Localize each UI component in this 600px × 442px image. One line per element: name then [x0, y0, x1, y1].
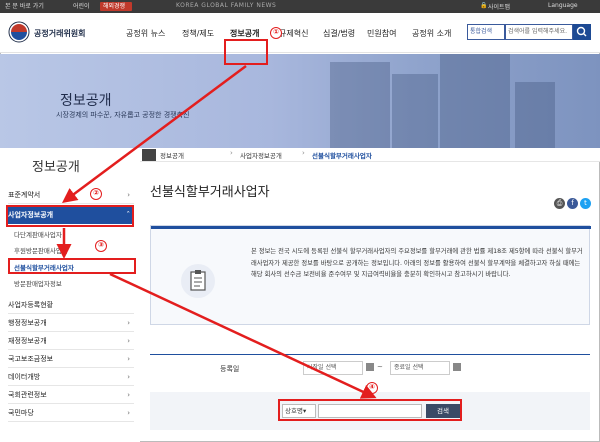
sidebar: 정보공개 표준계약서 › 사업자정보공개 ˆ 다단계판매사업자 후원방문판매사업자 … — [0, 148, 140, 442]
gnb-civil-participation[interactable]: 민원참여 — [367, 28, 396, 39]
annotation-number-1: ① — [270, 27, 282, 39]
overseas-competition-link[interactable]: 해외경쟁 — [100, 2, 132, 11]
kids-link[interactable]: 어린이 — [70, 2, 98, 11]
sitemap-link[interactable]: 사이트맵 — [488, 2, 510, 11]
annotation-box-3 — [8, 258, 136, 274]
sidebar-item-standard-contract[interactable]: 표준계약서 › — [8, 186, 134, 204]
breadcrumb: 정보공개 › 사업자정보공개 › 선불식할부거래사업자 — [140, 148, 600, 162]
global-news-text: KOREA GLOBAL FAMILY NEWS — [176, 2, 277, 9]
print-icon[interactable]: ⎙ — [554, 198, 565, 209]
sidebar-title: 정보공개 — [32, 160, 80, 175]
chevron-right-icon: › — [127, 191, 130, 199]
hero-subtitle: 시장경제의 파수꾼, 자유롭고 공정한 경쟁촉진 — [56, 111, 190, 119]
sidebar-item-open-data[interactable]: 데이터개방 › — [8, 368, 134, 386]
search-icon — [576, 26, 587, 37]
annotation-box-4 — [278, 399, 462, 421]
sidebar-item-assembly-info[interactable]: 국회관련정보 › — [8, 386, 134, 404]
chevron-right-icon: › — [127, 391, 130, 399]
chevron-right-icon: › — [230, 149, 233, 157]
sidebar-sub-door-to-door[interactable]: 방문판매업자정보 — [14, 278, 62, 288]
chevron-right-icon: › — [127, 409, 130, 417]
start-date-input[interactable]: 시작일 선택 — [303, 361, 363, 375]
end-date-input[interactable]: 종료일 선택 — [390, 361, 450, 375]
sidebar-item-subsidy-info[interactable]: 국고보조금정보 › — [8, 350, 134, 368]
annotation-box-1 — [224, 39, 268, 65]
info-top-bar — [151, 226, 591, 229]
hero-banner: 정보공개 시장경제의 파수꾼, 자유롭고 공정한 경쟁촉진 — [0, 54, 600, 148]
chevron-right-icon: › — [127, 373, 130, 381]
chevron-right-icon: › — [127, 337, 130, 345]
gnb-policy[interactable]: 정책/제도 — [182, 28, 214, 39]
twitter-icon[interactable]: t — [580, 198, 591, 209]
breadcrumb-item[interactable]: 사업자정보공개 — [240, 150, 282, 160]
breadcrumb-item[interactable]: 정보공개 — [160, 150, 184, 160]
search-scope-select[interactable]: 통합검색 — [467, 24, 505, 40]
sidebar-sub-sponsored-visit[interactable]: 후원방문판매사업자 — [14, 245, 68, 255]
sidebar-sub-multilevel[interactable]: 다단계판매사업자 — [14, 229, 62, 239]
chevron-right-icon: › — [302, 149, 305, 157]
skip-to-content-link[interactable]: 본 문 바로 가기 — [2, 2, 68, 11]
building-graphic — [515, 82, 555, 148]
ftc-logo-icon[interactable] — [8, 21, 30, 43]
annotation-number-4: ④ — [366, 382, 378, 394]
language-select[interactable]: Language — [548, 2, 578, 9]
sidebar-item-label: 국고보조금정보 — [8, 355, 54, 363]
annotation-box-2 — [6, 205, 134, 227]
calendar-icon[interactable] — [366, 363, 374, 371]
info-description: 본 정보는 전국 시도에 등록된 선불식 할부거래사업자의 주요정보를 할부거래… — [251, 248, 583, 278]
top-utility-bar: 본 문 바로 가기 어린이 해외경쟁 KOREA GLOBAL FAMILY N… — [0, 0, 600, 13]
sidebar-item-label: 표준계약서 — [8, 191, 41, 199]
sidebar-item-label: 데이터개방 — [8, 373, 41, 381]
home-icon[interactable] — [142, 149, 156, 161]
sidebar-item-label: 사업자등록현황 — [8, 301, 54, 309]
sidebar-item-finance-info[interactable]: 재정정보공개 › — [8, 332, 134, 350]
sidebar-item-label: 국민마당 — [8, 409, 34, 417]
clipboard-icon — [181, 264, 215, 298]
building-graphic — [330, 62, 390, 148]
sidebar-item-label: 재정정보공개 — [8, 337, 47, 345]
chevron-right-icon: › — [127, 319, 130, 327]
sidebar-item-admin-info[interactable]: 행정정보공개 › — [8, 314, 134, 332]
sidebar-item-public-plaza[interactable]: 국민마당 › — [8, 404, 134, 422]
building-graphic — [392, 74, 438, 148]
facebook-icon[interactable]: f — [567, 198, 578, 209]
annotation-number-2: ② — [90, 188, 102, 200]
sidebar-item-label: 국회관련정보 — [8, 391, 47, 399]
date-filter-row: 등록일 시작일 선택 ~ 종료일 선택 — [150, 354, 590, 382]
search-button[interactable] — [573, 24, 591, 40]
range-separator: ~ — [377, 363, 383, 371]
sidebar-item-label: 행정정보공개 — [8, 319, 47, 327]
gnb-regulation[interactable]: 규제혁신 — [279, 28, 308, 39]
lock-icon: 🔒 — [480, 2, 488, 9]
calendar-icon[interactable] — [453, 363, 461, 371]
breadcrumb-current[interactable]: 선불식할부거래사업자 — [312, 150, 372, 160]
site-header: 공정거래위원회 공정위 뉴스 정책/제도 정보공개 규제혁신 심결/법령 민원참… — [0, 13, 600, 53]
registration-date-label: 등록일 — [220, 365, 240, 373]
sidebar-item-registration-status[interactable]: 사업자등록현황 — [8, 296, 134, 314]
building-graphic — [440, 54, 510, 148]
info-notice-box: 본 정보는 전국 시도에 등록된 선불식 할부거래사업자의 주요정보를 할부거래… — [150, 225, 591, 325]
page-title: 선불식할부거래사업자 — [150, 185, 270, 200]
gnb-info-disclosure[interactable]: 정보공개 — [230, 28, 259, 39]
search-input[interactable]: 검색어를 입력해주세요. — [505, 24, 573, 40]
chevron-right-icon: › — [127, 355, 130, 363]
gnb-about[interactable]: 공정위 소개 — [412, 28, 451, 39]
brand-name[interactable]: 공정거래위원회 — [34, 28, 86, 39]
hero-title: 정보공개 — [60, 93, 112, 109]
annotation-number-3: ③ — [95, 240, 107, 252]
gnb-news[interactable]: 공정위 뉴스 — [126, 28, 165, 39]
gnb-decision-law[interactable]: 심결/법령 — [323, 28, 355, 39]
